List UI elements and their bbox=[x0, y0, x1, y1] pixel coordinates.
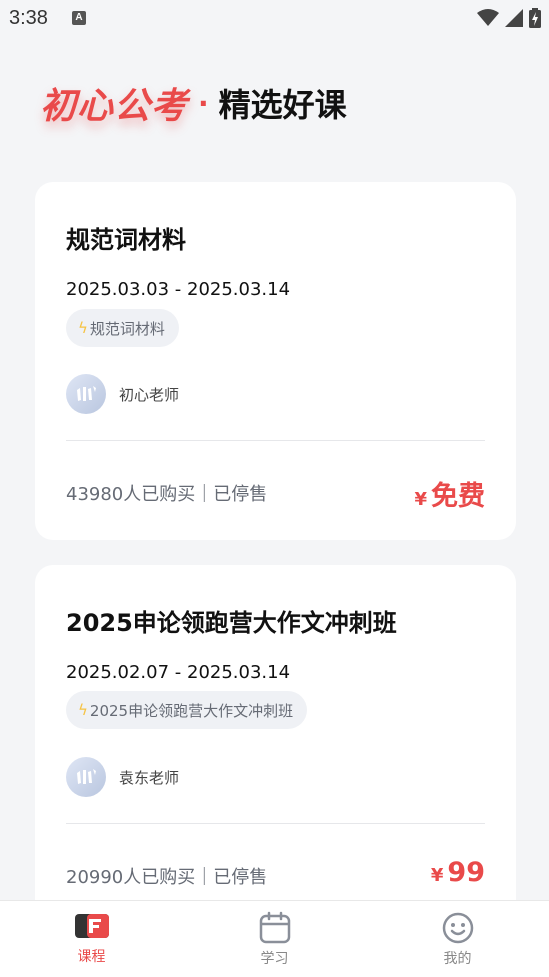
course-title: 2025申论领跑营大作文冲刺班 bbox=[66, 609, 397, 637]
course-tag-label: 规范词材料 bbox=[89, 319, 165, 338]
card-divider bbox=[66, 440, 485, 441]
course-tag-label: 2025申论领跑营大作文冲刺班 bbox=[89, 701, 294, 720]
keyboard-a-icon: A bbox=[72, 11, 86, 25]
lightning-icon: ϟ bbox=[78, 319, 88, 337]
course-book-icon bbox=[74, 914, 109, 938]
nav-item-course[interactable]: 课程 bbox=[0, 901, 183, 977]
course-date-range: 2025.02.07 - 2025.03.14 bbox=[66, 662, 291, 683]
teacher-avatar bbox=[66, 757, 106, 797]
lightning-icon: ϟ bbox=[78, 701, 88, 719]
price-value: 99 bbox=[447, 857, 485, 888]
sales-status: 20990人已购买｜已停售 bbox=[66, 867, 268, 888]
nav-item-mine[interactable]: 我的 bbox=[366, 901, 549, 977]
course-title: 规范词材料 bbox=[66, 226, 186, 254]
calendar-icon bbox=[259, 911, 290, 944]
signal-icon bbox=[505, 9, 523, 27]
nav-item-study[interactable]: 学习 bbox=[183, 901, 366, 977]
currency-symbol: ¥ bbox=[430, 865, 444, 886]
status-bar: 3:38 A bbox=[0, 0, 549, 38]
wifi-icon bbox=[477, 9, 499, 26]
nav-label-course: 课程 bbox=[77, 949, 106, 965]
page-header: 初心公考 · 精选好课 bbox=[40, 78, 347, 128]
brand-title: 初心公考 bbox=[40, 86, 189, 127]
page-subtitle: 精选好课 bbox=[218, 86, 347, 124]
currency-symbol: ¥ bbox=[414, 489, 427, 510]
smiley-icon bbox=[442, 912, 473, 944]
header-separator: · bbox=[198, 86, 209, 120]
logo-icon bbox=[77, 769, 96, 784]
sales-status: 43980人已购买｜已停售 bbox=[66, 484, 268, 505]
course-card[interactable]: 规范词材料 2025.03.03 - 2025.03.14 ϟ 规范词材料 初心… bbox=[35, 182, 516, 540]
card-divider bbox=[66, 823, 485, 824]
course-price: ¥ 免费 bbox=[414, 474, 485, 513]
bottom-nav: 课程 学习 我的 bbox=[0, 900, 549, 977]
teacher-info: 初心老师 bbox=[66, 374, 179, 414]
course-tag: ϟ 2025申论领跑营大作文冲刺班 bbox=[66, 691, 308, 729]
status-icons bbox=[477, 8, 541, 28]
teacher-name: 袁东老师 bbox=[119, 768, 180, 787]
course-price: ¥ 99 bbox=[431, 857, 485, 888]
nav-label-study: 学习 bbox=[260, 951, 289, 967]
logo-icon bbox=[77, 386, 96, 401]
course-tag: ϟ 规范词材料 bbox=[66, 309, 179, 347]
price-value: 免费 bbox=[431, 481, 485, 512]
battery-icon bbox=[529, 8, 541, 28]
status-time: 3:38 bbox=[9, 7, 48, 29]
screen: 3:38 A 初心公考 · 精选好课 规范词材料 2025.03.03 - 20… bbox=[0, 0, 549, 977]
teacher-info: 袁东老师 bbox=[66, 757, 179, 797]
course-date-range: 2025.03.03 - 2025.03.14 bbox=[66, 279, 291, 300]
nav-label-mine: 我的 bbox=[443, 951, 472, 967]
teacher-avatar bbox=[66, 374, 106, 414]
teacher-name: 初心老师 bbox=[119, 385, 180, 404]
